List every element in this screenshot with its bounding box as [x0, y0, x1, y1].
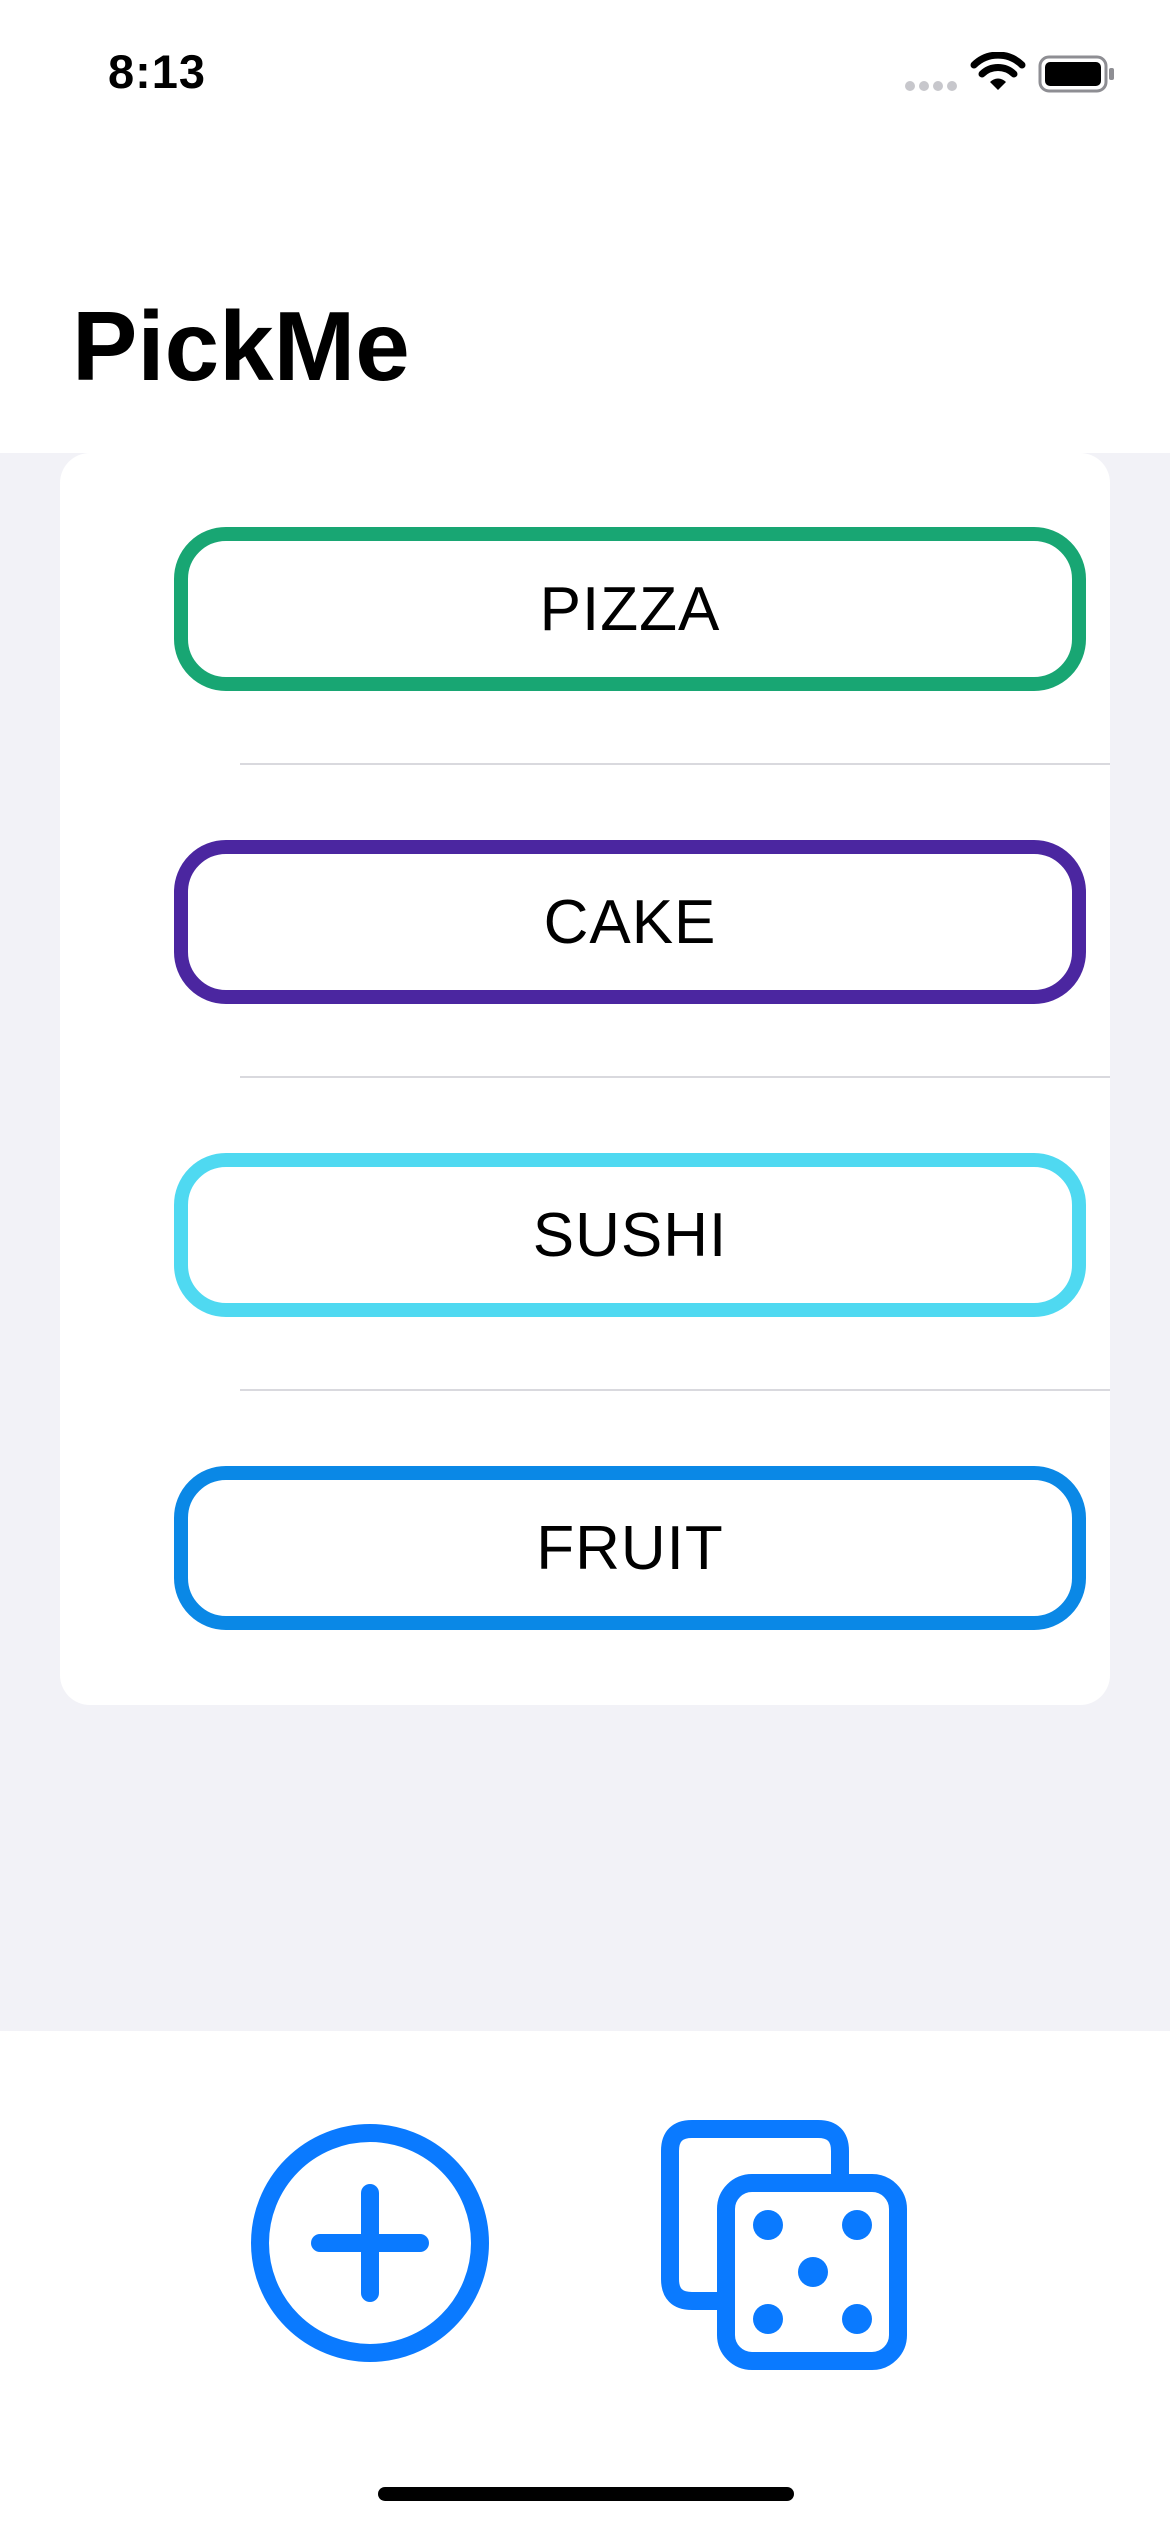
- bottom-toolbar: [0, 2031, 1170, 2532]
- content-area: PIZZA CAKE SUSHI FRUIT: [0, 453, 1170, 2031]
- status-bar: 8:13: [0, 0, 1170, 150]
- option-button-cake[interactable]: CAKE: [174, 840, 1086, 1004]
- random-pick-button[interactable]: [660, 2119, 914, 2373]
- add-option-button[interactable]: [250, 2123, 490, 2363]
- row-separator: [240, 1389, 1110, 1391]
- list-item: SUSHI: [60, 1079, 1110, 1392]
- option-button-pizza[interactable]: PIZZA: [174, 527, 1086, 691]
- page-title: PickMe: [72, 291, 410, 401]
- cellular-signal-icon: [905, 81, 957, 91]
- list-item: FRUIT: [60, 1392, 1110, 1705]
- plus-circle-icon: [251, 2124, 489, 2362]
- wifi-icon: [970, 52, 1026, 90]
- dice-icon: [661, 2120, 907, 2370]
- list-item: CAKE: [60, 766, 1110, 1079]
- status-time: 8:13: [108, 45, 207, 98]
- option-button-fruit[interactable]: FRUIT: [174, 1466, 1086, 1630]
- home-indicator: [378, 2487, 794, 2501]
- options-list: PIZZA CAKE SUSHI FRUIT: [60, 453, 1110, 1705]
- option-button-sushi[interactable]: SUSHI: [174, 1153, 1086, 1317]
- row-separator: [240, 1076, 1110, 1078]
- row-separator: [240, 763, 1110, 765]
- battery-icon: [1038, 55, 1114, 93]
- navigation-header: PickMe: [0, 150, 1170, 453]
- list-item: PIZZA: [60, 453, 1110, 766]
